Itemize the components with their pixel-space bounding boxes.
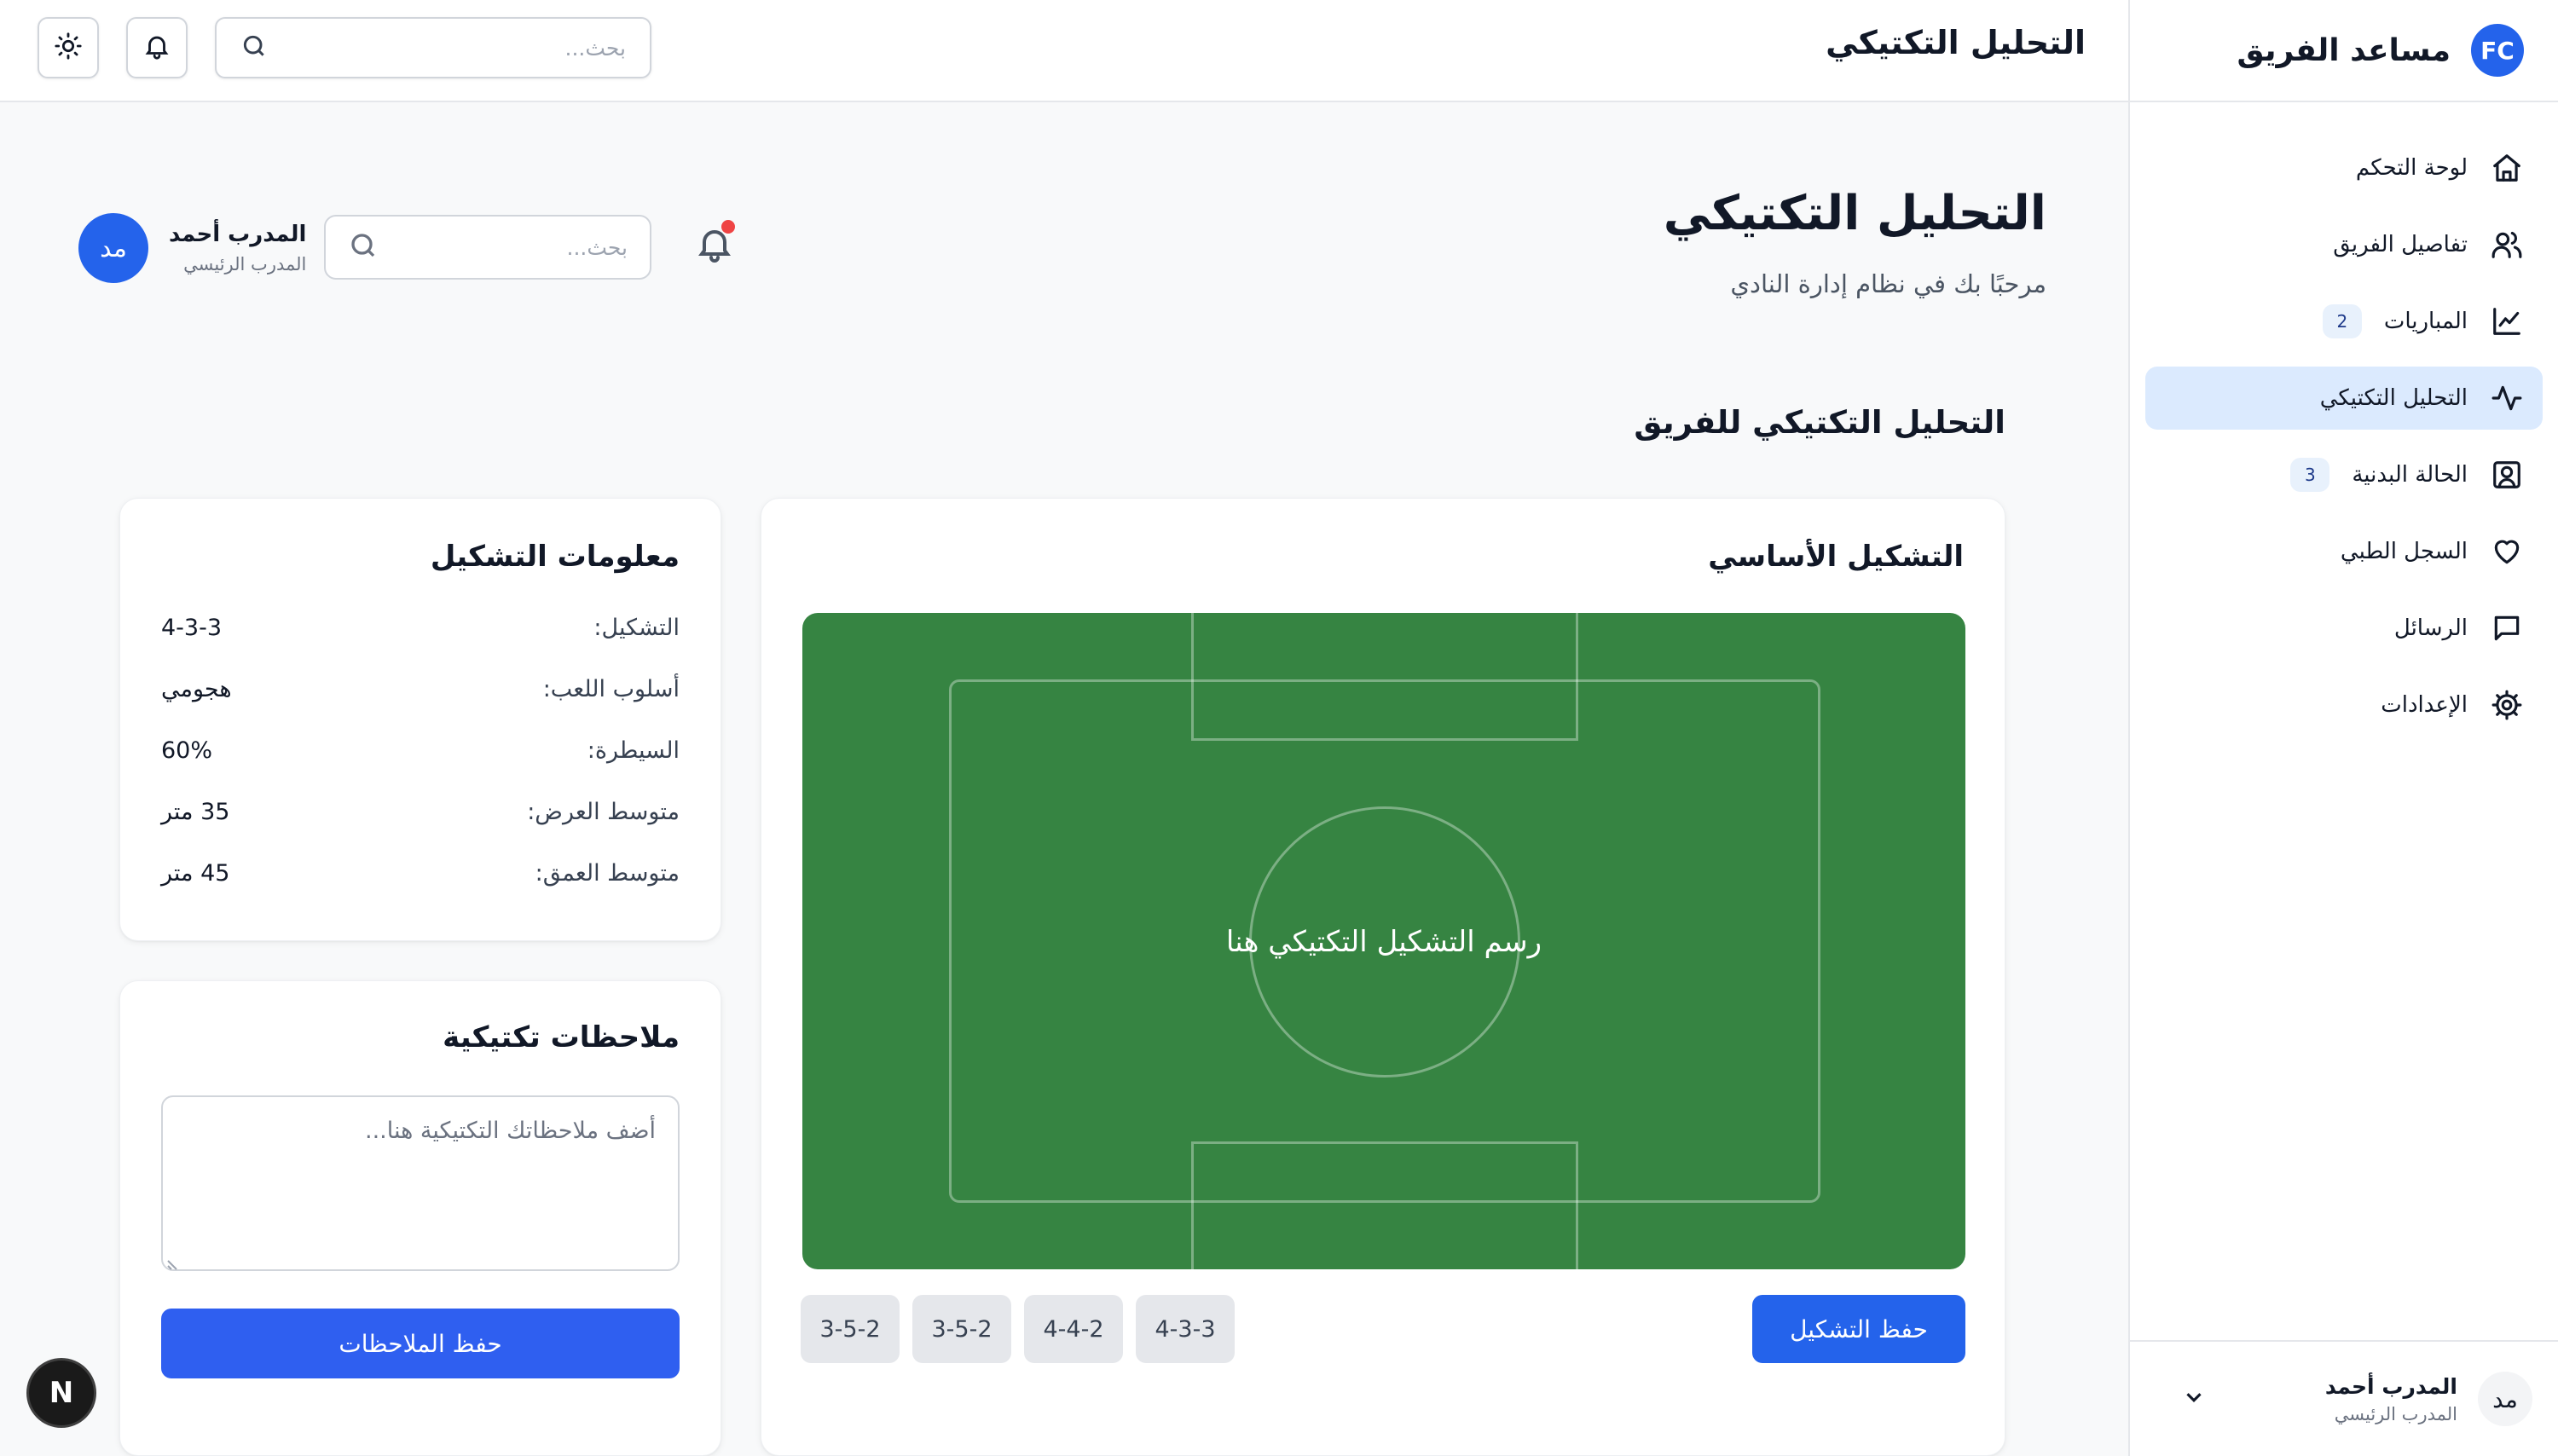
sidebar-nav: لوحة التحكم تفاصيل الفريق المباريات 2 ال… — [2130, 102, 2558, 737]
info-row: متوسط العرض: 35 متر — [161, 799, 680, 825]
info-label: التشكيل: — [593, 615, 680, 641]
activity-icon — [2490, 381, 2524, 415]
notes-card-title: ملاحظات تكتيكية — [443, 1020, 680, 1054]
formation-card-title: التشكيل الأساسي — [1708, 540, 1964, 574]
sidebar-item-settings[interactable]: الإعدادات — [2145, 673, 2543, 737]
page-title: التحليل التكتيكي — [1663, 186, 2046, 241]
section-title: التحليل التكتيكي للفريق — [1634, 404, 2005, 441]
info-value: 4-3-3 — [161, 615, 223, 641]
search-placeholder: بحث... — [564, 35, 626, 61]
info-label: أسلوب اللعب: — [542, 676, 680, 702]
user-square-icon — [2490, 458, 2524, 492]
notes-textarea[interactable]: أضف ملاحظاتك التكتيكية هنا... — [161, 1095, 680, 1271]
users-icon — [2490, 228, 2524, 262]
sidebar-user-info: المدرب أحمد المدرب الرئيسي — [2227, 1374, 2457, 1424]
formation-preset-button[interactable]: 3-5-2 — [801, 1295, 900, 1363]
notifications-button[interactable] — [126, 17, 188, 78]
bell-icon — [694, 230, 735, 268]
info-value: 35 متر — [161, 799, 230, 825]
penalty-box-bottom — [1191, 1141, 1578, 1269]
sidebar-item-label: لوحة التحكم — [2355, 155, 2468, 181]
sidebar-item-team-details[interactable]: تفاصيل الفريق — [2145, 213, 2543, 276]
framework-badge[interactable]: N — [29, 1361, 94, 1425]
info-row: التشكيل: 4-3-3 — [161, 615, 680, 641]
user-profile[interactable]: المدرب أحمد المدرب الرئيسي مد — [78, 213, 306, 283]
sidebar-item-matches[interactable]: المباريات 2 — [2145, 290, 2543, 353]
user-info: المدرب أحمد المدرب الرئيسي — [169, 222, 306, 274]
formation-preset-button[interactable]: 3-5-2 — [912, 1295, 1011, 1363]
app-logo: FC — [2471, 24, 2524, 77]
formation-preset-button[interactable]: 4-4-2 — [1024, 1295, 1123, 1363]
sun-icon — [54, 32, 83, 64]
message-icon — [2490, 611, 2524, 645]
search-input[interactable]: بحث... — [324, 215, 651, 280]
search-icon — [348, 230, 379, 264]
pitch-placeholder-label: رسم التشكيل التكتيكي هنا — [1225, 925, 1542, 959]
notifications-button[interactable] — [691, 220, 735, 268]
avatar: مد — [2478, 1372, 2532, 1426]
theme-toggle-button[interactable] — [38, 17, 99, 78]
info-row: أسلوب اللعب: هجومي — [161, 676, 680, 702]
app-title: مساعد الفريق — [2237, 32, 2451, 68]
sidebar-item-label: السجل الطبي — [2340, 539, 2468, 564]
penalty-box-top — [1191, 613, 1578, 741]
sidebar-header: FC مساعد الفريق — [2130, 0, 2558, 102]
count-badge: 3 — [2290, 458, 2330, 492]
sidebar-item-tactical-analysis[interactable]: التحليل التكتيكي — [2145, 367, 2543, 430]
info-card-title: معلومات التشكيل — [430, 540, 680, 574]
info-value: 45 متر — [161, 860, 230, 887]
formation-card: التشكيل الأساسي رسم التشكيل التكتيكي هنا… — [761, 498, 2005, 1456]
info-value: هجومي — [161, 676, 232, 702]
tactical-notes-card: ملاحظات تكتيكية أضف ملاحظاتك التكتيكية ه… — [119, 980, 721, 1456]
sidebar: FC مساعد الفريق لوحة التحكم تفاصيل الفري… — [2128, 0, 2558, 1456]
user-name: المدرب أحمد — [2324, 1373, 2457, 1399]
sidebar-item-dashboard[interactable]: لوحة التحكم — [2145, 136, 2543, 199]
count-badge: 2 — [2322, 304, 2362, 338]
heart-icon — [2490, 534, 2524, 569]
resize-handle-icon[interactable] — [166, 1251, 183, 1270]
sidebar-item-label: المباريات — [2383, 309, 2468, 334]
info-label: متوسط العمق: — [535, 860, 680, 887]
bell-icon — [142, 32, 171, 64]
tactical-pitch[interactable]: رسم التشكيل التكتيكي هنا — [802, 613, 1965, 1269]
notes-placeholder: أضف ملاحظاتك التكتيكية هنا... — [364, 1118, 656, 1144]
formation-preset-button[interactable]: 4-3-3 — [1136, 1295, 1235, 1363]
info-label: متوسط العرض: — [527, 799, 680, 825]
notification-dot — [721, 220, 735, 234]
user-role: المدرب الرئيسي — [183, 254, 307, 274]
chevron-down-icon[interactable] — [2181, 1384, 2207, 1413]
info-row: السيطرة: 60% — [161, 737, 680, 764]
info-row: متوسط العمق: 45 متر — [161, 860, 680, 887]
line-chart-icon — [2490, 304, 2524, 338]
info-label: السيطرة: — [587, 737, 680, 764]
topbar-title: التحليل التكتيكي — [1826, 24, 2086, 61]
sidebar-item-label: تفاصيل الفريق — [2333, 232, 2468, 257]
sidebar-item-label: الحالة البدنية — [2352, 462, 2468, 488]
sidebar-user-menu[interactable]: مد المدرب أحمد المدرب الرئيسي — [2130, 1340, 2558, 1456]
save-notes-button[interactable]: حفظ الملاحظات — [161, 1309, 680, 1378]
user-name: المدرب أحمد — [169, 222, 307, 247]
sidebar-item-label: التحليل التكتيكي — [2319, 385, 2468, 411]
search-placeholder: بحث... — [566, 234, 628, 260]
topbar-search-input[interactable]: بحث... — [215, 17, 651, 78]
sidebar-item-fitness[interactable]: الحالة البدنية 3 — [2145, 443, 2543, 506]
info-value: 60% — [161, 737, 213, 764]
sidebar-item-medical[interactable]: السجل الطبي — [2145, 520, 2543, 583]
home-icon — [2490, 151, 2524, 185]
save-formation-button[interactable]: حفظ التشكيل — [1752, 1295, 1965, 1363]
avatar: مد — [78, 213, 148, 283]
search-icon — [240, 32, 268, 63]
sidebar-item-label: الإعدادات — [2381, 692, 2468, 718]
sidebar-item-label: الرسائل — [2393, 615, 2468, 641]
topbar: التحليل التكتيكي بحث... — [0, 0, 2128, 102]
user-role: المدرب الرئيسي — [2334, 1403, 2457, 1424]
gear-icon — [2490, 688, 2524, 722]
page-subtitle: مرحبًا بك في نظام إدارة النادي — [1730, 269, 2046, 298]
formation-info-card: معلومات التشكيل التشكيل: 4-3-3 أسلوب الل… — [119, 498, 721, 941]
sidebar-item-messages[interactable]: الرسائل — [2145, 597, 2543, 660]
